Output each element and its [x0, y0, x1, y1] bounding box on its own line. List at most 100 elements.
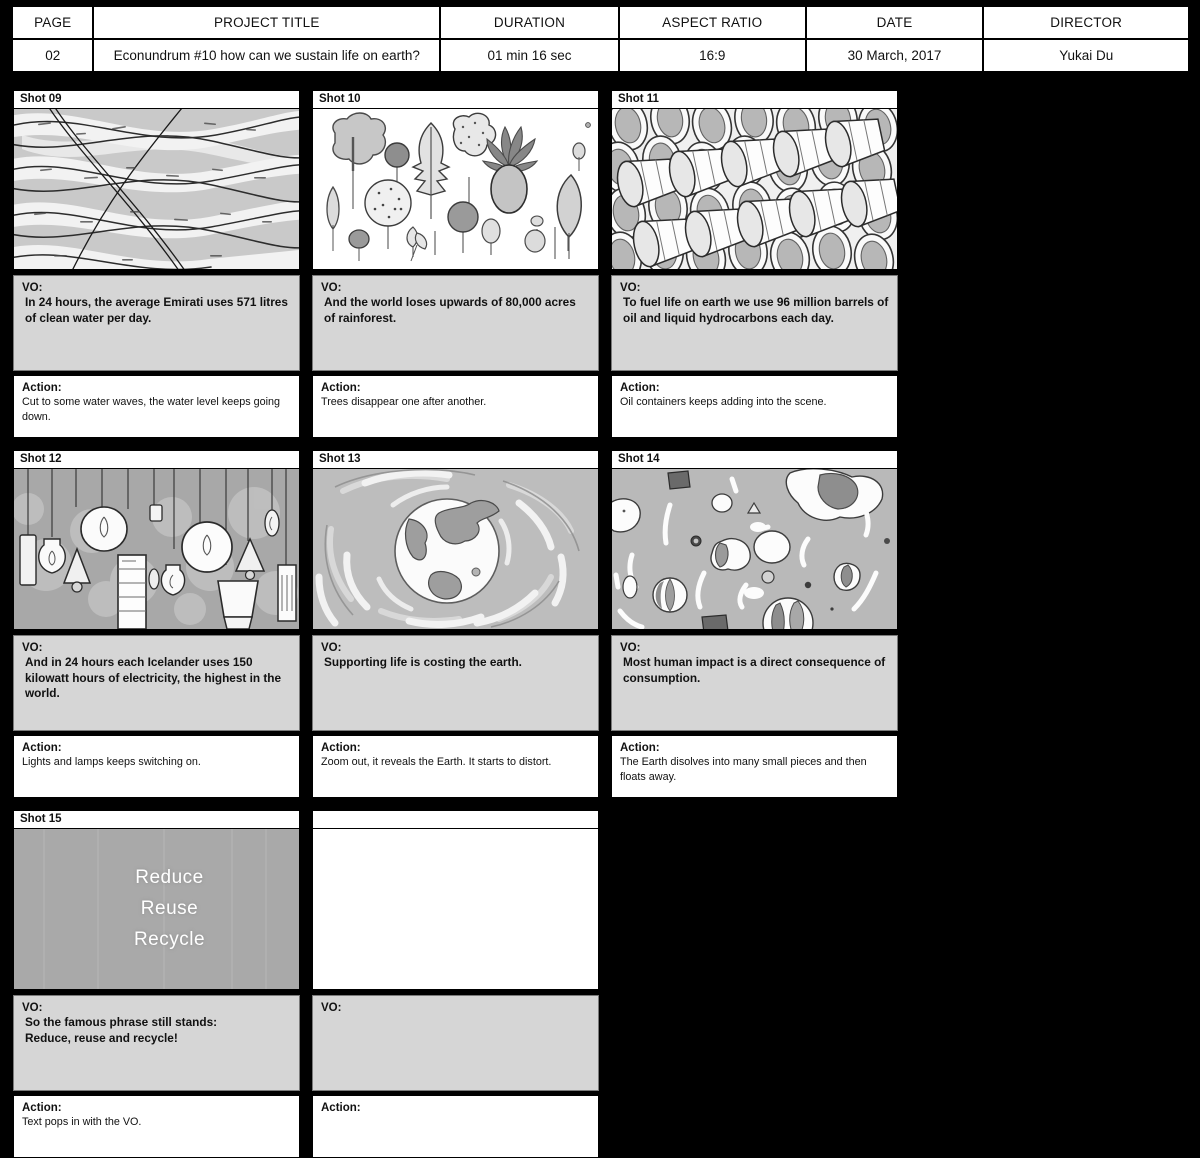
shot-label: Shot 09: [13, 90, 300, 109]
storyboard-cell: Shot 14 VO: Most human impact is a direc…: [611, 450, 898, 798]
shot-label: [312, 810, 599, 829]
action-box: Action: The Earth disolves into many sma…: [611, 735, 898, 798]
vo-text: To fuel life on earth we use 96 million …: [623, 295, 889, 325]
vo-box: VO: Most human impact is a direct conseq…: [611, 635, 898, 731]
vo-box: VO: And the world loses upwards of 80,00…: [312, 275, 599, 371]
shot-label: Shot 13: [312, 450, 599, 469]
storyboard-cell: Shot 10 VO: And the world loses upwards …: [312, 90, 599, 438]
info-value-duration: 01 min 16 sec: [441, 38, 618, 71]
action-box: Action: Lights and lamps keeps switching…: [13, 735, 300, 798]
action-text: Trees disappear one after another.: [321, 396, 487, 408]
onscreen-text-recycle: Recycle: [133, 929, 206, 950]
action-label: Action:: [22, 382, 62, 394]
onscreen-text-group: Reduce Reuse Recycle: [14, 829, 299, 989]
vo-box: VO: Supporting life is costing the earth…: [312, 635, 599, 731]
vo-box: VO: So the famous phrase still stands: R…: [13, 995, 300, 1091]
vo-label: VO:: [22, 642, 43, 654]
info-header-project-title: PROJECT TITLE: [94, 7, 440, 38]
info-header-director: DIRECTOR: [984, 7, 1189, 38]
info-value-page: 02: [13, 38, 93, 71]
info-header-duration: DURATION: [441, 7, 618, 38]
action-box: Action: Text pops in with the VO.: [13, 1095, 300, 1158]
storyboard-cell: Shot 13 VO: Supporting life is costing t…: [312, 450, 599, 798]
oil-barrels-artwork: [612, 109, 897, 269]
info-header-date: DATE: [806, 7, 983, 38]
onscreen-text-reuse: Reuse: [140, 898, 199, 919]
shot-frame: [13, 469, 300, 630]
action-box: Action: Cut to some water waves, the wat…: [13, 375, 300, 438]
earth-dissolved-pieces-artwork: [612, 469, 897, 629]
storyboard-cell: Shot 09 VO: In 24 hours, the average Emi…: [13, 90, 300, 438]
vo-box: VO: And in 24 hours each Icelander uses …: [13, 635, 300, 731]
vo-label: VO:: [321, 642, 342, 654]
vo-label: VO:: [620, 642, 641, 654]
vo-text: Supporting life is costing the earth.: [324, 655, 522, 669]
info-header-aspect-ratio: ASPECT RATIO: [619, 7, 805, 38]
action-text: Oil containers keeps adding into the sce…: [620, 396, 827, 408]
info-value-project-title: Econundrum #10 how can we sustain life o…: [94, 38, 440, 71]
action-text: Zoom out, it reveals the Earth. It start…: [321, 756, 552, 768]
action-box: Action: Zoom out, it reveals the Earth. …: [312, 735, 599, 798]
shot-frame: [611, 109, 898, 270]
water-waves-artwork: [14, 109, 299, 269]
earth-distorting-artwork: [313, 469, 598, 629]
info-value-director: Yukai Du: [984, 38, 1189, 71]
action-box: Action: Trees disappear one after anothe…: [312, 375, 599, 438]
storyboard-cell-empty: VO: Action:: [312, 810, 599, 1158]
hanging-lamps-artwork: [14, 469, 299, 629]
vo-box: VO: In 24 hours, the average Emirati use…: [13, 275, 300, 371]
action-label: Action:: [321, 742, 361, 754]
shot-frame: [312, 829, 599, 990]
vo-text: And the world loses upwards of 80,000 ac…: [324, 295, 576, 325]
action-label: Action:: [321, 382, 361, 394]
action-label: Action:: [22, 742, 62, 754]
storyboard-cell: Shot 15 Reduce Reuse Recycle VO: So the …: [13, 810, 300, 1158]
shot-label: Shot 15: [13, 810, 300, 829]
action-label: Action:: [620, 382, 660, 394]
vo-box: VO: To fuel life on earth we use 96 mill…: [611, 275, 898, 371]
vo-label: VO:: [321, 1002, 342, 1014]
shot-frame: [312, 469, 599, 630]
action-box: Action:: [312, 1095, 599, 1158]
action-text: Cut to some water waves, the water level…: [22, 396, 281, 423]
storyboard-cell: Shot 12 VO: And in 24 hours each Iceland…: [13, 450, 300, 798]
onscreen-text-reduce: Reduce: [135, 867, 204, 888]
shot-label: Shot 10: [312, 90, 599, 109]
vo-label: VO:: [22, 1002, 43, 1014]
vo-label: VO:: [22, 282, 43, 294]
info-column-director: DIRECTOR Yukai Du: [982, 7, 1189, 71]
info-column-duration: DURATION 01 min 16 sec: [439, 7, 618, 71]
shot-label: Shot 14: [611, 450, 898, 469]
info-value-aspect-ratio: 16:9: [619, 38, 805, 71]
info-column-date: DATE 30 March, 2017: [804, 7, 983, 71]
shot-label: Shot 12: [13, 450, 300, 469]
shot-frame: [611, 469, 898, 630]
action-label: Action:: [321, 1102, 361, 1114]
action-label: Action:: [22, 1102, 62, 1114]
info-column-page: PAGE 02: [13, 7, 93, 71]
storyboard-grid: Shot 09 VO: In 24 hours, the average Emi…: [13, 90, 1188, 1158]
action-text: Lights and lamps keeps switching on.: [22, 756, 201, 768]
shot-frame: Reduce Reuse Recycle: [13, 829, 300, 990]
vo-text: In 24 hours, the average Emirati uses 57…: [25, 295, 288, 325]
storyboard-page: PAGE 02 PROJECT TITLE Econundrum #10 how…: [0, 0, 1200, 1158]
storyboard-cell: Shot 11 VO: To fuel life on earth we use…: [611, 90, 898, 438]
vo-text: And in 24 hours each Icelander uses 150 …: [25, 655, 282, 700]
info-column-aspect-ratio: ASPECT RATIO 16:9: [617, 7, 805, 71]
vo-box: VO:: [312, 995, 599, 1091]
info-column-project-title: PROJECT TITLE Econundrum #10 how can we …: [92, 7, 440, 71]
vo-label: VO:: [620, 282, 641, 294]
action-text: Text pops in with the VO.: [22, 1116, 142, 1128]
shot-frame: [13, 109, 300, 270]
info-header-page: PAGE: [13, 7, 93, 38]
vo-label: VO:: [321, 282, 342, 294]
action-text: The Earth disolves into many small piece…: [620, 756, 867, 783]
action-box: Action: Oil containers keeps adding into…: [611, 375, 898, 438]
trees-and-leaves-artwork: [313, 109, 598, 269]
info-value-date: 30 March, 2017: [806, 38, 983, 71]
vo-text: So the famous phrase still stands: Reduc…: [25, 1015, 218, 1045]
shot-label: Shot 11: [611, 90, 898, 109]
action-label: Action:: [620, 742, 660, 754]
shot-frame: [312, 109, 599, 270]
vo-text: Most human impact is a direct consequenc…: [623, 655, 886, 685]
